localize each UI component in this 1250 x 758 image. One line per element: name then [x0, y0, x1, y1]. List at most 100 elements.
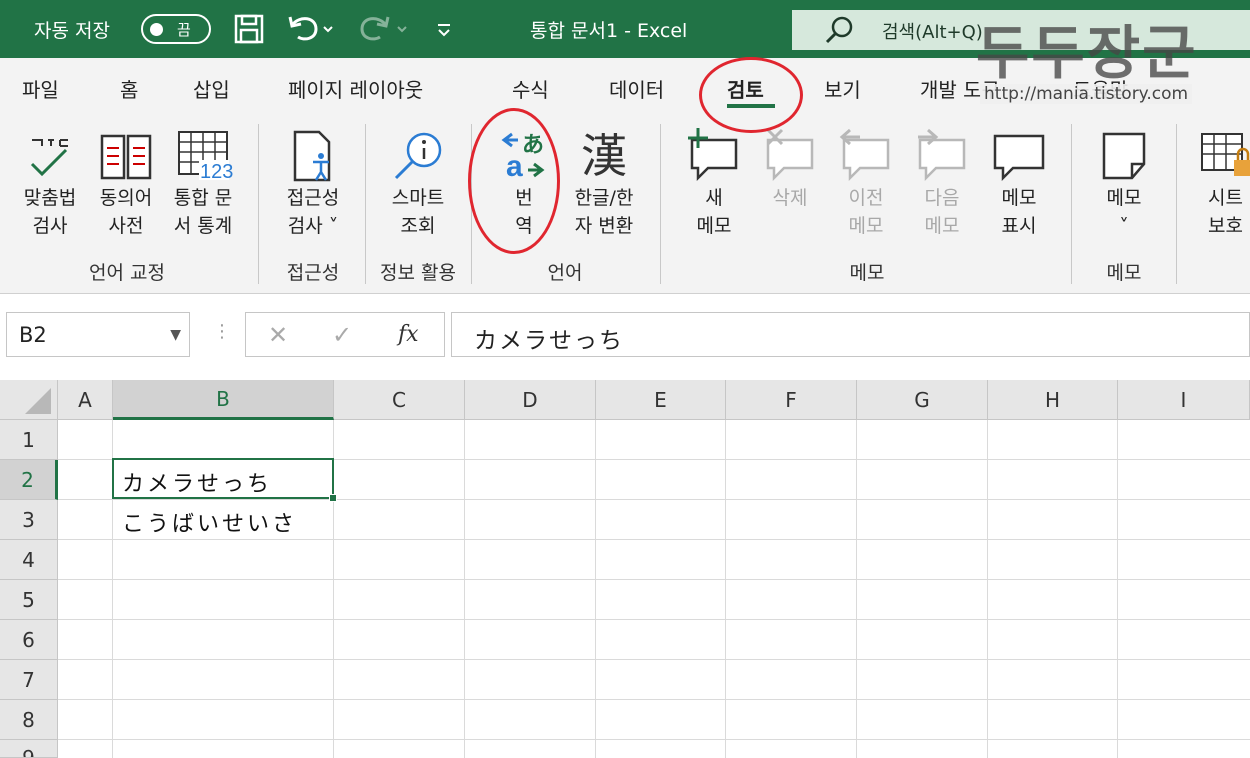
- group-label-notes: 메모: [1106, 262, 1142, 284]
- search-icon: [824, 14, 856, 50]
- column-header-b[interactable]: B: [113, 380, 334, 420]
- select-all-triangle-icon: [25, 388, 51, 414]
- check-accessibility-label: 접근성 검사 ˅: [286, 187, 340, 237]
- formula-bar-grip-icon[interactable]: ⋮: [213, 321, 231, 342]
- previous-comment-icon: [836, 126, 896, 186]
- gridline: [595, 420, 596, 758]
- row-header-4[interactable]: 4: [0, 540, 58, 580]
- formula-value: カメラせっち: [474, 328, 624, 354]
- row-header-8[interactable]: 8: [0, 700, 58, 740]
- group-separator: [1176, 124, 1177, 284]
- customize-qat-icon[interactable]: [434, 0, 454, 58]
- row-header-9[interactable]: 9: [0, 740, 58, 758]
- group-separator: [258, 124, 259, 284]
- next-comment-icon: [912, 126, 972, 186]
- workbook-statistics-label: 통합 문 서 통계: [173, 187, 233, 237]
- cell-b3[interactable]: こうばいせいさ: [122, 506, 297, 538]
- column-header-f[interactable]: F: [726, 380, 857, 420]
- tab-review[interactable]: 검토: [727, 74, 764, 103]
- enter-icon[interactable]: ✓: [332, 321, 352, 349]
- tab-view[interactable]: 보기: [824, 74, 861, 103]
- tab-formulas[interactable]: 수식: [512, 74, 549, 103]
- search-placeholder: 검색(Alt+Q): [882, 22, 983, 43]
- tab-insert[interactable]: 삽입: [193, 74, 230, 103]
- tab-file[interactable]: 파일: [22, 74, 59, 103]
- translate-label: 번 역: [515, 187, 533, 237]
- undo-icon[interactable]: [286, 0, 334, 58]
- active-tab-indicator: [727, 104, 775, 108]
- row-header-2[interactable]: 2: [0, 460, 58, 500]
- thesaurus-label: 동의어 사전: [99, 187, 153, 237]
- translate-icon: あa: [494, 126, 554, 186]
- spelling-icon: [20, 126, 80, 186]
- formula-bar-area: B2 ▼ ⋮ ✕ ✓ fx カメラせっち: [0, 295, 1250, 380]
- column-header-d[interactable]: D: [465, 380, 596, 420]
- column-header-a[interactable]: A: [58, 380, 113, 420]
- row-header-3[interactable]: 3: [0, 500, 58, 540]
- row-header-5[interactable]: 5: [0, 580, 58, 620]
- column-header-g[interactable]: G: [857, 380, 988, 420]
- group-label-proofing: 언어 교정: [89, 262, 165, 284]
- new-comment-label: 새 메모: [696, 187, 732, 237]
- svg-text:123: 123: [200, 161, 233, 183]
- delete-comment-label: 삭제: [772, 187, 808, 209]
- group-label-language: 언어: [547, 262, 583, 284]
- row-header-6[interactable]: 6: [0, 620, 58, 660]
- hanja-icon: 漢: [581, 129, 627, 183]
- protect-sheet-label: 시트 보호: [1208, 187, 1243, 237]
- formula-buttons: ✕ ✓ fx: [245, 312, 445, 357]
- column-header-i[interactable]: I: [1118, 380, 1250, 420]
- chevron-down-icon[interactable]: ▼: [170, 327, 181, 343]
- row-header-7[interactable]: 7: [0, 660, 58, 700]
- autosave-label: 자동 저장: [34, 19, 110, 42]
- active-cell-border: [112, 458, 334, 499]
- notes-label: 메모 ˅: [1106, 187, 1142, 237]
- svg-text:あ: あ: [522, 133, 544, 158]
- cancel-icon[interactable]: ✕: [268, 321, 288, 349]
- watermark-url: http://mania.tistory.com: [980, 84, 1193, 104]
- gridline: [58, 699, 1250, 700]
- select-all-button[interactable]: [0, 380, 58, 420]
- book-icon: [96, 126, 156, 186]
- worksheet-grid[interactable]: A B C D E F G H I 1 2 3 4 5 6 7 8 9 カメラせ…: [0, 380, 1250, 758]
- watermark-title: 두두장군: [976, 19, 1198, 87]
- group-separator: [471, 124, 472, 284]
- next-comment-label: 다음 메모: [924, 187, 960, 237]
- autosave-toggle[interactable]: 끔: [141, 14, 211, 44]
- tab-data[interactable]: 데이터: [609, 74, 664, 103]
- show-comments-label: 메모 표시: [1001, 187, 1037, 237]
- gridline: [987, 420, 988, 758]
- hangul-hanja-label: 한글/한 자 변환: [574, 187, 634, 237]
- previous-comment-label: 이전 메모: [848, 187, 884, 237]
- smart-lookup-label: 스마트 조회: [391, 187, 445, 237]
- gridline: [58, 619, 1250, 620]
- tab-home[interactable]: 홈: [120, 74, 138, 103]
- column-header-c[interactable]: C: [334, 380, 465, 420]
- insert-function-icon[interactable]: fx: [398, 322, 419, 347]
- fill-handle[interactable]: [329, 494, 337, 502]
- group-label-insights: 정보 활용: [380, 262, 456, 284]
- ribbon-review: 맞춤법 검사 동의어 사전 123 통합 문 서 통계 언어 교정 접근성 검사…: [0, 118, 1250, 294]
- redo-icon[interactable]: [358, 0, 410, 58]
- name-box-value: B2: [19, 323, 47, 347]
- accessibility-icon: [283, 126, 343, 186]
- new-comment-icon: [684, 126, 744, 186]
- group-separator: [660, 124, 661, 284]
- column-header-e[interactable]: E: [596, 380, 726, 420]
- gridline: [58, 739, 1250, 740]
- tab-page-layout[interactable]: 페이지 레이아웃: [288, 74, 423, 103]
- group-label-comments: 메모: [849, 262, 885, 284]
- gridline: [1117, 420, 1118, 758]
- gridline: [58, 579, 1250, 580]
- gridline: [856, 420, 857, 758]
- formula-input[interactable]: カメラせっち: [451, 312, 1250, 357]
- document-title: 통합 문서1 - Excel: [530, 19, 688, 42]
- delete-comment-icon: [760, 126, 820, 186]
- autosave-state: 끔: [177, 21, 191, 39]
- column-header-h[interactable]: H: [988, 380, 1118, 420]
- gridline: [58, 659, 1250, 660]
- group-separator: [1071, 124, 1072, 284]
- name-box[interactable]: B2 ▼: [6, 312, 190, 357]
- row-header-1[interactable]: 1: [0, 420, 58, 460]
- save-icon[interactable]: [233, 0, 265, 58]
